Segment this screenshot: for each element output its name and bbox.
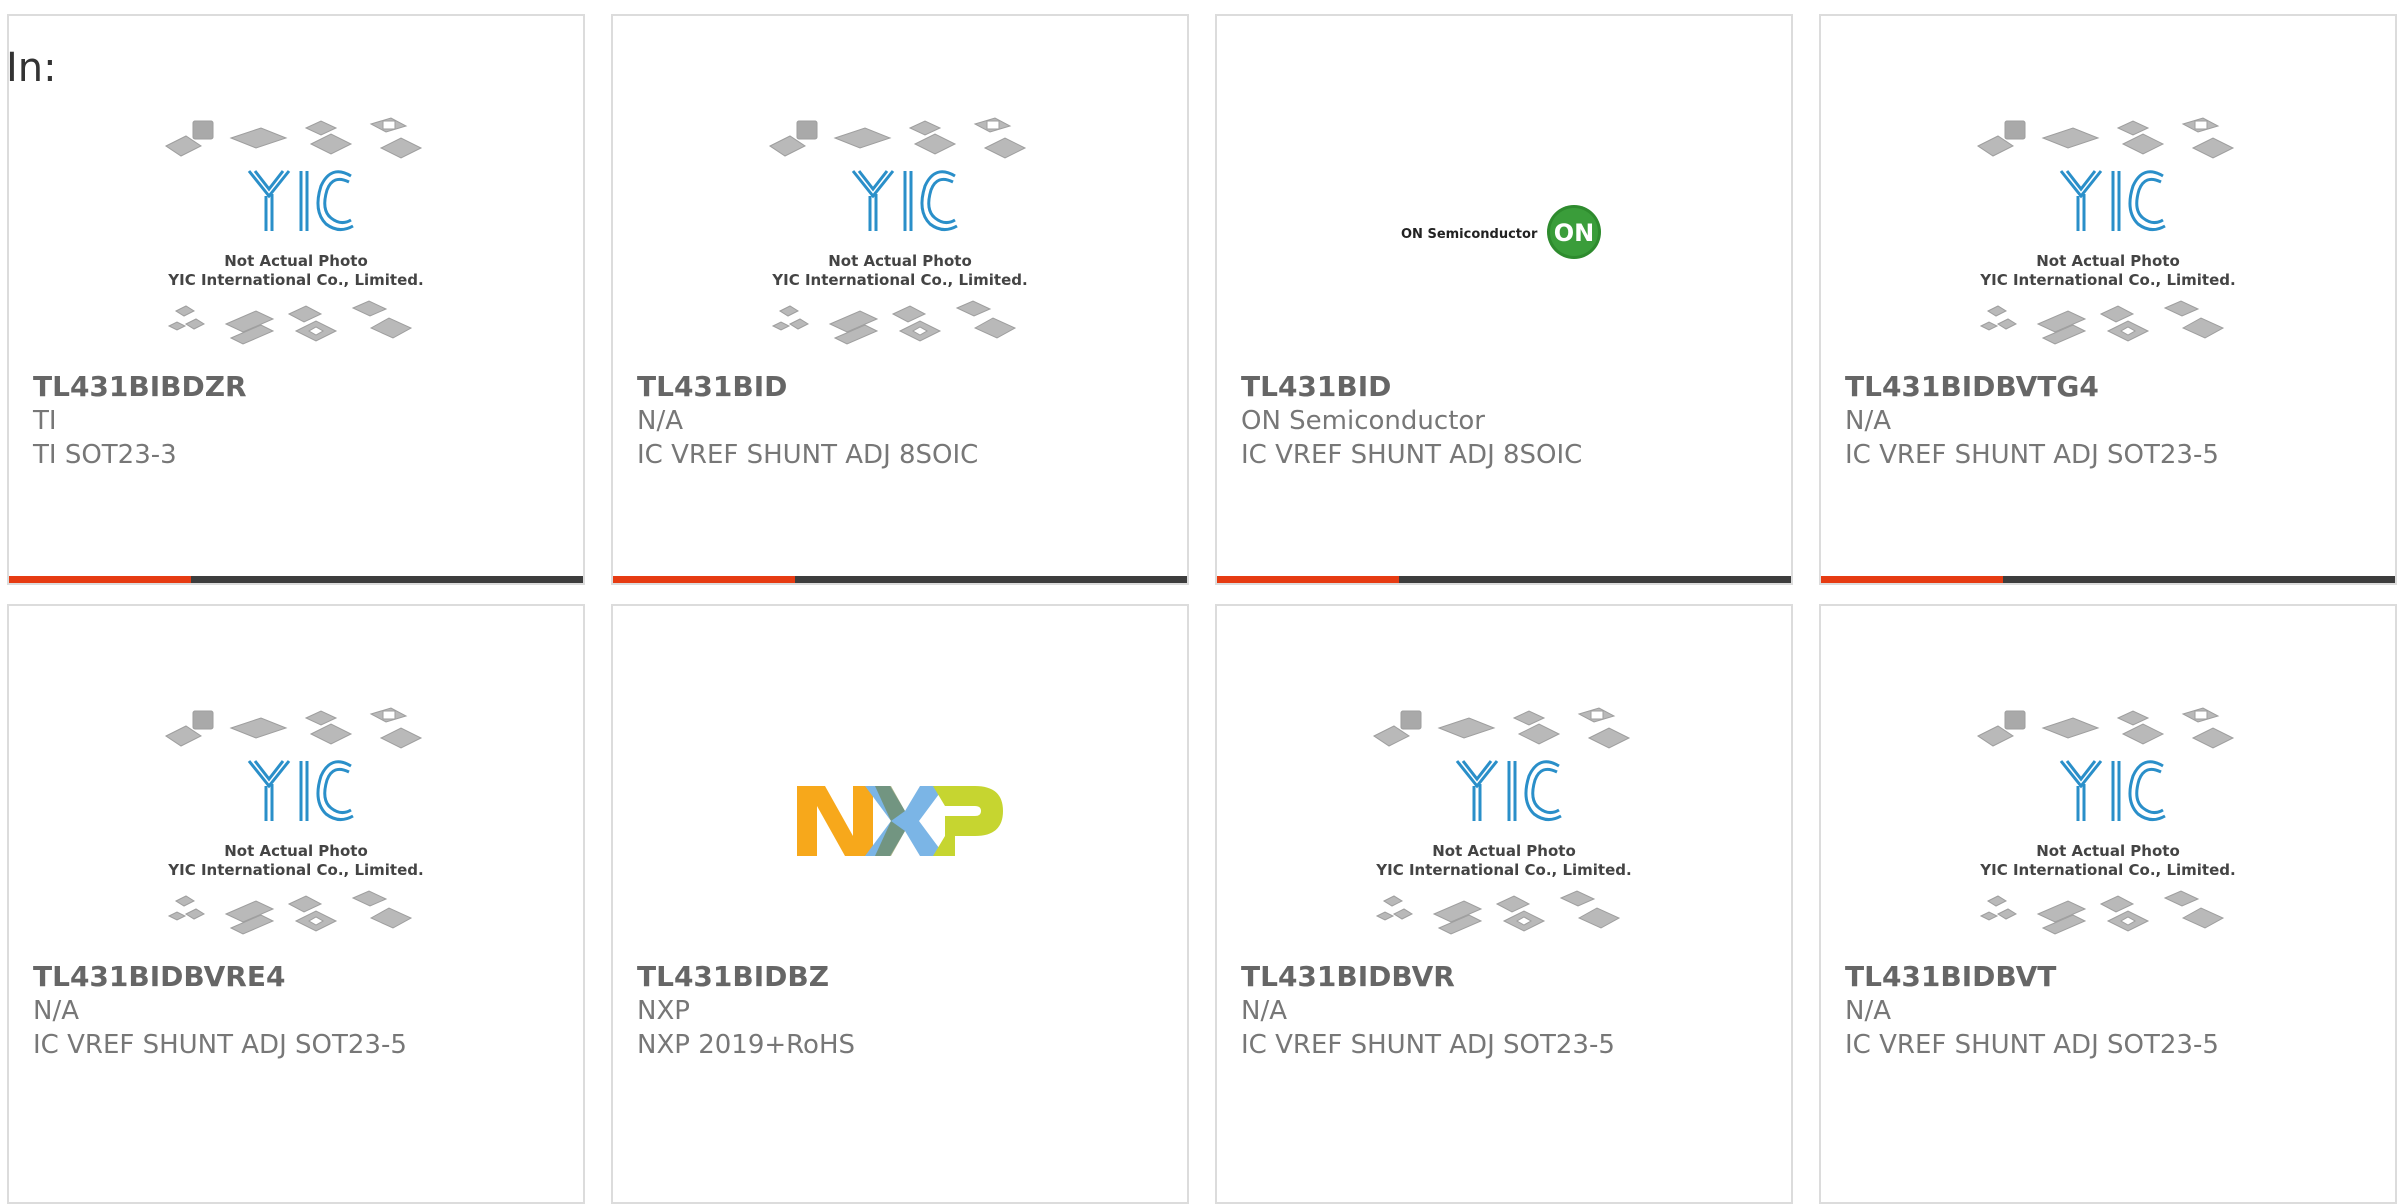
product-image: Not Actual Photo YIC International Co., … bbox=[1217, 686, 1791, 956]
part-number[interactable]: TL431BIDBVRE4 bbox=[33, 960, 573, 994]
part-number[interactable]: TL431BIDBVTG4 bbox=[1845, 370, 2385, 404]
on-semiconductor-logo: ON Semiconductor ON bbox=[1401, 205, 1601, 259]
on-logo-mark: ON bbox=[1554, 219, 1595, 247]
placeholder-caption-1: Not Actual Photo bbox=[828, 252, 972, 270]
yic-placeholder-image: Not Actual Photo YIC International Co., … bbox=[165, 117, 424, 345]
description: IC VREF SHUNT ADJ 8SOIC bbox=[637, 440, 979, 470]
placeholder-caption-1: Not Actual Photo bbox=[2036, 252, 2180, 270]
manufacturer: N/A bbox=[1241, 996, 1287, 1026]
description: IC VREF SHUNT ADJ SOT23-5 bbox=[1845, 440, 2219, 470]
in-label: In: bbox=[6, 45, 57, 91]
card-accent-bar bbox=[1217, 576, 1399, 583]
product-card[interactable]: Not Actual Photo YIC International Co., … bbox=[1819, 604, 2397, 1204]
yic-placeholder-image: Not Actual Photo YIC International Co., … bbox=[1977, 707, 2236, 935]
product-card[interactable]: TL431BIDBZ NXP NXP 2019+RoHS bbox=[611, 604, 1189, 1204]
placeholder-caption-2: YIC International Co., Limited. bbox=[167, 861, 423, 879]
part-number[interactable]: TL431BID bbox=[637, 370, 1177, 404]
product-card[interactable]: Not Actual Photo YIC International Co., … bbox=[611, 14, 1189, 585]
placeholder-caption-1: Not Actual Photo bbox=[224, 252, 368, 270]
placeholder-caption-2: YIC International Co., Limited. bbox=[1979, 271, 2235, 289]
nxp-logo bbox=[797, 786, 1003, 856]
part-number[interactable]: TL431BIDBVT bbox=[1845, 960, 2385, 994]
description: NXP 2019+RoHS bbox=[637, 1030, 856, 1060]
yic-placeholder-image: Not Actual Photo YIC International Co., … bbox=[1373, 707, 1632, 935]
manufacturer: N/A bbox=[1845, 406, 1891, 436]
card-accent-bar bbox=[613, 576, 795, 583]
manufacturer: N/A bbox=[637, 406, 683, 436]
card-bottom-bar bbox=[9, 576, 583, 583]
product-card[interactable]: ON Semiconductor ON TL431BID ON Semicond… bbox=[1215, 14, 1793, 585]
part-number[interactable]: TL431BID bbox=[1241, 370, 1781, 404]
product-image: ON Semiconductor ON bbox=[1217, 96, 1791, 366]
description: IC VREF SHUNT ADJ SOT23-5 bbox=[1845, 1030, 2219, 1060]
part-number[interactable]: TL431BIDBZ bbox=[637, 960, 1177, 994]
placeholder-caption-1: Not Actual Photo bbox=[1432, 842, 1576, 860]
yic-placeholder-image: Not Actual Photo YIC International Co., … bbox=[769, 117, 1028, 345]
manufacturer: NXP bbox=[637, 996, 690, 1026]
placeholder-caption-2: YIC International Co., Limited. bbox=[1375, 861, 1631, 879]
yic-placeholder-image: Not Actual Photo YIC International Co., … bbox=[165, 707, 424, 935]
on-logo-text: ON Semiconductor bbox=[1401, 227, 1538, 242]
product-image bbox=[613, 686, 1187, 956]
product-card[interactable]: Not Actual Photo YIC International Co., … bbox=[1215, 604, 1793, 1204]
card-bottom-bar bbox=[613, 576, 1187, 583]
product-card[interactable]: Not Actual Photo YIC International Co., … bbox=[7, 604, 585, 1204]
card-bottom-bar bbox=[1217, 576, 1791, 583]
card-accent-bar bbox=[1821, 576, 2003, 583]
placeholder-caption-2: YIC International Co., Limited. bbox=[771, 271, 1027, 289]
manufacturer: N/A bbox=[33, 996, 79, 1026]
yic-placeholder-image: Not Actual Photo YIC International Co., … bbox=[1977, 117, 2236, 345]
description: IC VREF SHUNT ADJ SOT23-5 bbox=[33, 1030, 407, 1060]
part-number[interactable]: TL431BIDBVR bbox=[1241, 960, 1781, 994]
part-number[interactable]: TL431BIBDZR bbox=[33, 370, 573, 404]
placeholder-caption-1: Not Actual Photo bbox=[2036, 842, 2180, 860]
product-image: Not Actual Photo YIC International Co., … bbox=[9, 686, 583, 956]
manufacturer: ON Semiconductor bbox=[1241, 406, 1485, 436]
product-image: Not Actual Photo YIC International Co., … bbox=[1821, 686, 2395, 956]
product-image: Not Actual Photo YIC International Co., … bbox=[9, 96, 583, 366]
placeholder-caption-2: YIC International Co., Limited. bbox=[167, 271, 423, 289]
manufacturer: N/A bbox=[1845, 996, 1891, 1026]
product-image: Not Actual Photo YIC International Co., … bbox=[1821, 96, 2395, 366]
description: IC VREF SHUNT ADJ 8SOIC bbox=[1241, 440, 1583, 470]
manufacturer: TI bbox=[33, 406, 57, 436]
placeholder-caption-2: YIC International Co., Limited. bbox=[1979, 861, 2235, 879]
description: TI SOT23-3 bbox=[33, 440, 177, 470]
placeholder-caption-1: Not Actual Photo bbox=[224, 842, 368, 860]
product-card[interactable]: Not Actual Photo YIC International Co., … bbox=[1819, 14, 2397, 585]
card-bottom-bar bbox=[1821, 576, 2395, 583]
product-image: Not Actual Photo YIC International Co., … bbox=[613, 96, 1187, 366]
description: IC VREF SHUNT ADJ SOT23-5 bbox=[1241, 1030, 1615, 1060]
card-accent-bar bbox=[9, 576, 191, 583]
product-card[interactable]: Not Actual Photo YIC International Co., … bbox=[7, 14, 585, 585]
